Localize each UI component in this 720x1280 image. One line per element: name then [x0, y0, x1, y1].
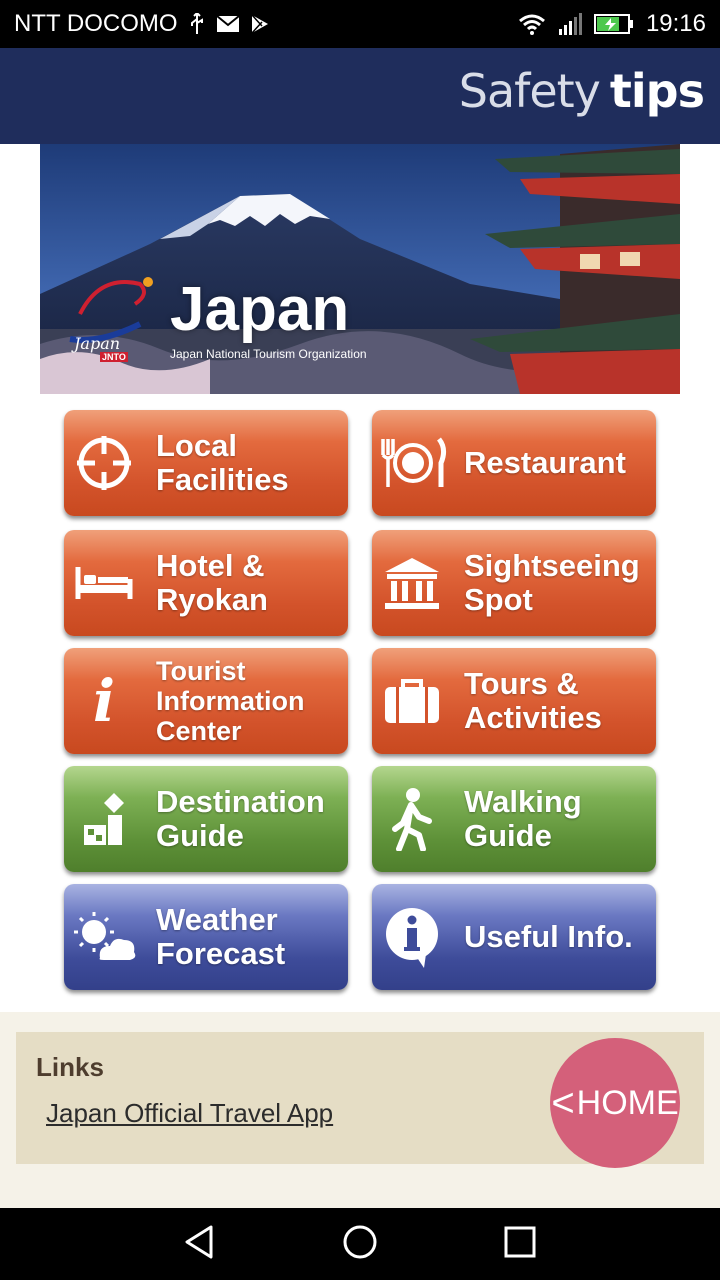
- app-title-bold: tips: [609, 64, 705, 118]
- info-bubble-icon: [372, 884, 452, 990]
- clock: 19:16: [645, 10, 706, 37]
- local-facilities-button[interactable]: Local Facilities: [64, 410, 348, 516]
- home-circle-icon[interactable]: [342, 1224, 378, 1265]
- japan-official-travel-app-link[interactable]: Japan Official Travel App: [46, 1098, 333, 1129]
- home-label: HOME: [576, 1083, 679, 1122]
- carrier-name: NTT DOCOMO: [14, 10, 178, 37]
- walking-guide-label: Walking Guide: [464, 784, 582, 853]
- status-bar: NTT DOCOMO 19:16: [0, 0, 720, 48]
- hotel-ryokan-label: Hotel & Ryokan: [156, 548, 268, 617]
- tourist-information-center-button[interactable]: i Tourist Information Center: [64, 648, 348, 754]
- destination-guide-label: Destination Guide: [156, 784, 325, 853]
- useful-info-label: Useful Info.: [464, 919, 633, 954]
- sun-cloud-icon: [64, 884, 144, 990]
- tourist-information-center-label: Tourist Information Center: [156, 656, 305, 746]
- banner-title: Japan: [170, 275, 350, 344]
- tours-activities-button[interactable]: Tours & Activities: [372, 648, 656, 754]
- info-i-icon: i: [92, 667, 116, 735]
- walking-person-icon: [372, 766, 452, 872]
- crosshair-icon: [64, 410, 144, 516]
- plate-cutlery-icon: [372, 410, 452, 516]
- suitcase-icon: [372, 648, 452, 754]
- system-nav-bar: [0, 1208, 720, 1280]
- back-icon[interactable]: [183, 1225, 217, 1264]
- recent-apps-icon[interactable]: [503, 1225, 537, 1264]
- banner-subtitle: Japan National Tourism Organization: [170, 347, 367, 361]
- battery-charging-icon: [593, 13, 634, 35]
- restaurant-label: Restaurant: [464, 445, 626, 480]
- restaurant-button[interactable]: Restaurant: [372, 410, 656, 516]
- sightseeing-spot-label: Sightseeing Spot: [464, 548, 640, 617]
- usb-icon: [188, 13, 206, 35]
- destination-guide-button[interactable]: Destination Guide: [64, 766, 348, 872]
- local-facilities-label: Local Facilities: [156, 428, 289, 497]
- weather-forecast-label: Weather Forecast: [156, 902, 286, 971]
- wifi-icon: [518, 13, 546, 35]
- jnto-logo-sub: JNTO: [100, 352, 128, 362]
- hotel-ryokan-button[interactable]: Hotel & Ryokan: [64, 530, 348, 636]
- jnto-banner: Japan JNTO Japan Japan National Tourism …: [40, 144, 680, 394]
- chevron-left-icon: <: [551, 1080, 575, 1125]
- bed-icon: [64, 530, 144, 636]
- app-title-light: Safety: [458, 64, 601, 118]
- app-header: Safety tips: [0, 48, 720, 144]
- app-title: Safety tips: [458, 64, 705, 118]
- play-store-icon: [250, 14, 270, 34]
- mail-icon: [215, 15, 240, 33]
- home-button[interactable]: < HOME: [550, 1038, 680, 1168]
- sightseeing-spot-button[interactable]: Sightseeing Spot: [372, 530, 656, 636]
- signal-icon: [558, 13, 582, 35]
- useful-info-button[interactable]: Useful Info.: [372, 884, 656, 990]
- tours-activities-label: Tours & Activities: [464, 666, 602, 735]
- destination-icon: [64, 766, 144, 872]
- weather-forecast-button[interactable]: Weather Forecast: [64, 884, 348, 990]
- temple-icon: [372, 530, 452, 636]
- main-content: Japan JNTO Japan Japan National Tourism …: [0, 144, 720, 1012]
- walking-guide-button[interactable]: Walking Guide: [372, 766, 656, 872]
- links-title: Links: [36, 1052, 104, 1082]
- jnto-logo-text: Japan: [74, 334, 121, 353]
